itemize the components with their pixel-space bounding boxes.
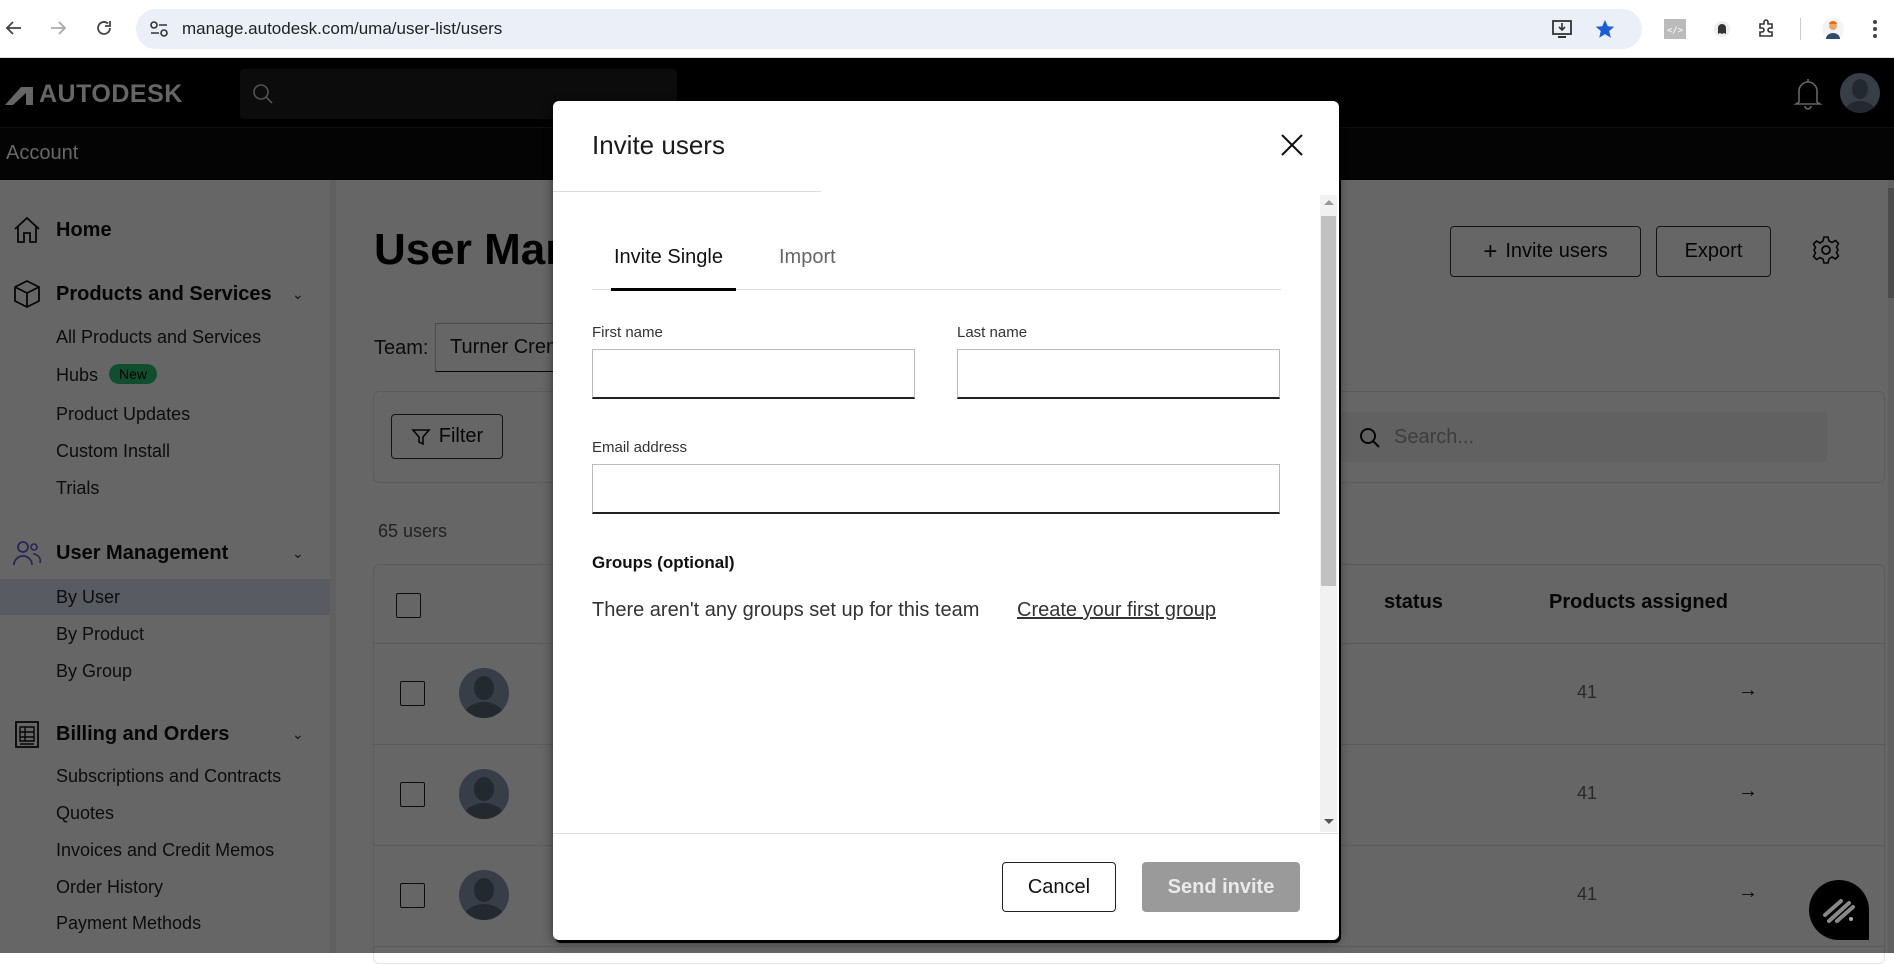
site-settings-icon xyxy=(150,21,168,37)
invite-users-modal: Invite users Invite Single Import First … xyxy=(553,101,1339,940)
toolbar-divider xyxy=(1800,18,1801,40)
url-text: manage.autodesk.com/uma/user-list/users xyxy=(182,19,503,38)
active-tab-indicator xyxy=(611,288,736,291)
scroll-down-arrow-icon[interactable] xyxy=(1324,819,1334,824)
close-icon[interactable] xyxy=(1276,129,1308,161)
dev-tools-extension-icon[interactable]: </> xyxy=(1662,16,1688,42)
footer-divider xyxy=(553,833,1339,834)
install-app-icon[interactable] xyxy=(1550,16,1576,42)
ghost-extension-icon[interactable] xyxy=(1709,16,1735,42)
back-button[interactable] xyxy=(0,14,28,42)
modal-scrollbar[interactable] xyxy=(1320,195,1337,832)
menu-kebab-icon[interactable] xyxy=(1862,16,1888,42)
last-name-label: Last name xyxy=(957,324,1028,341)
send-invite-button[interactable]: Send invite xyxy=(1142,862,1300,912)
extensions-puzzle-icon[interactable] xyxy=(1753,16,1779,42)
first-name-label: First name xyxy=(592,324,663,341)
tab-invite-single[interactable]: Invite Single xyxy=(614,246,723,269)
bookmark-star-icon[interactable] xyxy=(1592,16,1618,42)
scrollbar-thumb[interactable] xyxy=(1321,216,1336,586)
cancel-button[interactable]: Cancel xyxy=(1002,862,1116,912)
scroll-up-arrow-icon[interactable] xyxy=(1324,200,1334,205)
email-field[interactable] xyxy=(592,464,1280,514)
reload-icon xyxy=(97,21,111,35)
arrow-right-icon xyxy=(51,21,67,35)
help-chat-button[interactable] xyxy=(1809,880,1869,940)
last-name-field[interactable] xyxy=(957,349,1280,399)
header-divider xyxy=(553,191,821,192)
chat-stripes-icon xyxy=(1823,899,1855,923)
profile-avatar-icon[interactable] xyxy=(1820,16,1846,42)
arrow-left-icon xyxy=(5,21,21,35)
forward-button[interactable] xyxy=(44,14,72,42)
modal-title: Invite users xyxy=(592,130,725,160)
groups-empty-text: There aren't any groups set up for this … xyxy=(592,599,980,621)
tab-import[interactable]: Import xyxy=(779,246,836,269)
reload-button[interactable] xyxy=(90,14,118,42)
svg-text:</>: </> xyxy=(1667,26,1684,36)
create-first-group-link[interactable]: Create your first group xyxy=(1017,599,1216,622)
email-label: Email address xyxy=(592,439,688,456)
groups-heading: Groups (optional) xyxy=(592,553,735,572)
address-bar[interactable]: manage.autodesk.com/uma/user-list/users xyxy=(136,9,1642,49)
browser-toolbar: manage.autodesk.com/uma/user-list/users … xyxy=(0,0,1894,58)
first-name-field[interactable] xyxy=(592,349,915,399)
